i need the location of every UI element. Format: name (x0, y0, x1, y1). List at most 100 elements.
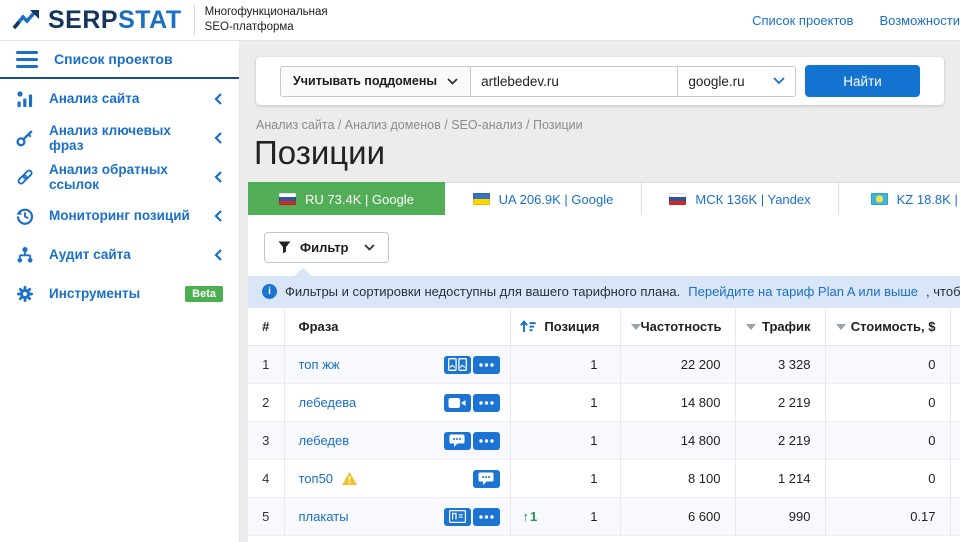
more-actions-icon[interactable] (473, 508, 500, 526)
position-value: 1 (590, 433, 597, 448)
topbar-link-features[interactable]: Возможности (879, 13, 960, 28)
table-row: 3 лебедев 1 1 (248, 422, 960, 460)
upgrade-plan-link[interactable]: Перейдите на тариф Plan A или выше (688, 284, 918, 299)
position-up-icon: ↑ (523, 509, 530, 524)
sidebar-item-label: Анализ обратных ссылок (49, 162, 198, 192)
column-header-position[interactable]: Позиция (511, 308, 620, 345)
topbar-links: Список проектов Возможности (752, 13, 960, 28)
chevron-left-icon (213, 170, 223, 184)
banner-arrow (294, 268, 312, 276)
sidebar-item-site-analysis[interactable]: Анализ сайта (0, 79, 239, 118)
table-header-row: # Фраза (248, 308, 960, 346)
position-value: 1 (590, 471, 597, 486)
tab-kz-google[interactable]: KZ 18.8K | Google (839, 182, 960, 215)
subdomains-dropdown-label: Учитывать поддомены (293, 74, 437, 88)
column-header-phrase: Фраза (285, 308, 510, 345)
filter-button[interactable]: Фильтр (264, 232, 389, 263)
breadcrumb: Анализ сайта / Анализ доменов / SEO-анал… (256, 118, 960, 132)
more-actions-icon[interactable] (473, 356, 500, 374)
sidebar-item-tools[interactable]: Инструменты Beta (0, 274, 239, 313)
filter-button-label: Фильтр (300, 240, 349, 255)
phrase-link[interactable]: лебедев (299, 433, 350, 448)
sitemap-icon (16, 246, 34, 264)
warning-icon[interactable] (342, 472, 357, 485)
sidebar-item-site-audit[interactable]: Аудит сайта (0, 235, 239, 274)
flag-ru-icon (669, 193, 686, 205)
tab-label: МСК 136K | Yandex (695, 192, 810, 207)
search-card: Учитывать поддомены google.ru Найти (256, 57, 944, 105)
serpstat-logo[interactable]: SERPSTAT (12, 6, 182, 35)
chevron-left-icon (213, 131, 223, 145)
column-header-cost[interactable]: Стоимость, $ (826, 308, 950, 345)
funnel-icon (278, 241, 291, 254)
chevron-down-icon (773, 77, 785, 85)
sidebar-item-label: Инструменты (49, 286, 140, 301)
serp-snippet-icon[interactable] (473, 470, 500, 488)
serp-images-icon[interactable] (444, 356, 471, 374)
sort-triangle-icon (631, 324, 641, 330)
sidebar-item-label: Мониторинг позиций (49, 208, 190, 223)
logo-tagline: Многофункциональная SEO-платформа (205, 5, 328, 35)
logo-text: SERPSTAT (48, 6, 182, 35)
sidebar: Список проектов Анализ сайта (0, 41, 240, 542)
column-header-traffic[interactable]: Трафик (736, 308, 825, 345)
serp-snippet-icon[interactable] (444, 432, 471, 450)
sidebar-item-label: Аудит сайта (49, 247, 131, 262)
subdomains-dropdown[interactable]: Учитывать поддомены (280, 66, 471, 97)
phrase-link[interactable]: топ жж (299, 357, 340, 372)
column-header-num: # (248, 308, 284, 345)
beta-badge: Beta (185, 286, 223, 302)
info-icon: i (262, 284, 277, 299)
banner-text: Фильтры и сортировки недоступны для ваше… (285, 284, 680, 299)
phrase-link[interactable]: лебедева (299, 395, 357, 410)
sidebar-item-label: Список проектов (54, 51, 173, 67)
phrase-link[interactable]: плакаты (299, 509, 349, 524)
more-actions-icon[interactable] (473, 394, 500, 412)
search-engine-select[interactable]: google.ru (678, 66, 796, 97)
chevron-left-icon (213, 92, 223, 106)
sort-triangle-icon (836, 324, 846, 330)
sidebar-item-keyword-analysis[interactable]: Анализ ключевых фраз (0, 118, 239, 157)
sidebar-item-label: Анализ сайта (49, 91, 139, 106)
gear-icon (16, 285, 34, 303)
history-icon (16, 207, 34, 225)
tab-ua-google[interactable]: UA 206.9K | Google (445, 182, 642, 215)
plan-limit-banner: i Фильтры и сортировки недоступны для ва… (248, 276, 960, 307)
topbar-link-projects[interactable]: Список проектов (752, 13, 853, 28)
chevron-left-icon (213, 248, 223, 262)
tab-label: RU 73.4K | Google (305, 192, 414, 207)
column-header-volume[interactable]: Частотность (621, 308, 735, 345)
banner-text: , чтобы получить д (926, 284, 960, 299)
phrase-link[interactable]: топ50 (299, 471, 334, 486)
region-tabs: RU 73.4K | Google UA 206.9K | Google МСК… (248, 182, 960, 215)
table-row: 4 топ50 1 8 100 (248, 460, 960, 498)
serp-video-icon[interactable] (444, 394, 471, 412)
sidebar-item-backlink-analysis[interactable]: Анализ обратных ссылок (0, 157, 239, 196)
table-row: 2 лебедева 1 (248, 384, 960, 422)
flag-ru-icon (279, 193, 296, 205)
main-content: Учитывать поддомены google.ru Найти Анал… (240, 41, 960, 542)
sidebar-item-projects-list[interactable]: Список проектов (0, 41, 239, 79)
chevron-left-icon (213, 209, 223, 223)
position-value: 1 (590, 509, 597, 524)
tab-ru-google[interactable]: RU 73.4K | Google (248, 182, 445, 215)
position-value: 1 (590, 395, 597, 410)
table-row: 5 плакаты (248, 498, 960, 536)
top-bar: SERPSTAT Многофункциональная SEO-платфор… (0, 0, 960, 41)
tab-msk-yandex[interactable]: МСК 136K | Yandex (642, 182, 839, 215)
site-analysis-icon (16, 90, 34, 108)
key-icon (16, 129, 34, 147)
serp-adv-card-icon[interactable] (444, 508, 471, 526)
content-panel: Фильтр i Фильтры и сортировки недоступны… (248, 215, 960, 542)
more-actions-icon[interactable] (473, 432, 500, 450)
chevron-down-icon (447, 78, 458, 85)
search-engine-value: google.ru (688, 74, 744, 89)
sort-ascending-icon (520, 320, 536, 333)
sidebar-item-rank-monitoring[interactable]: Мониторинг позиций (0, 196, 239, 235)
domain-search-input[interactable] (471, 66, 678, 97)
search-button[interactable]: Найти (805, 65, 920, 97)
flag-kz-icon (871, 193, 888, 205)
chevron-down-icon (364, 244, 375, 251)
sidebar-item-label: Анализ ключевых фраз (49, 123, 198, 153)
position-change: ↑1 (523, 509, 538, 524)
